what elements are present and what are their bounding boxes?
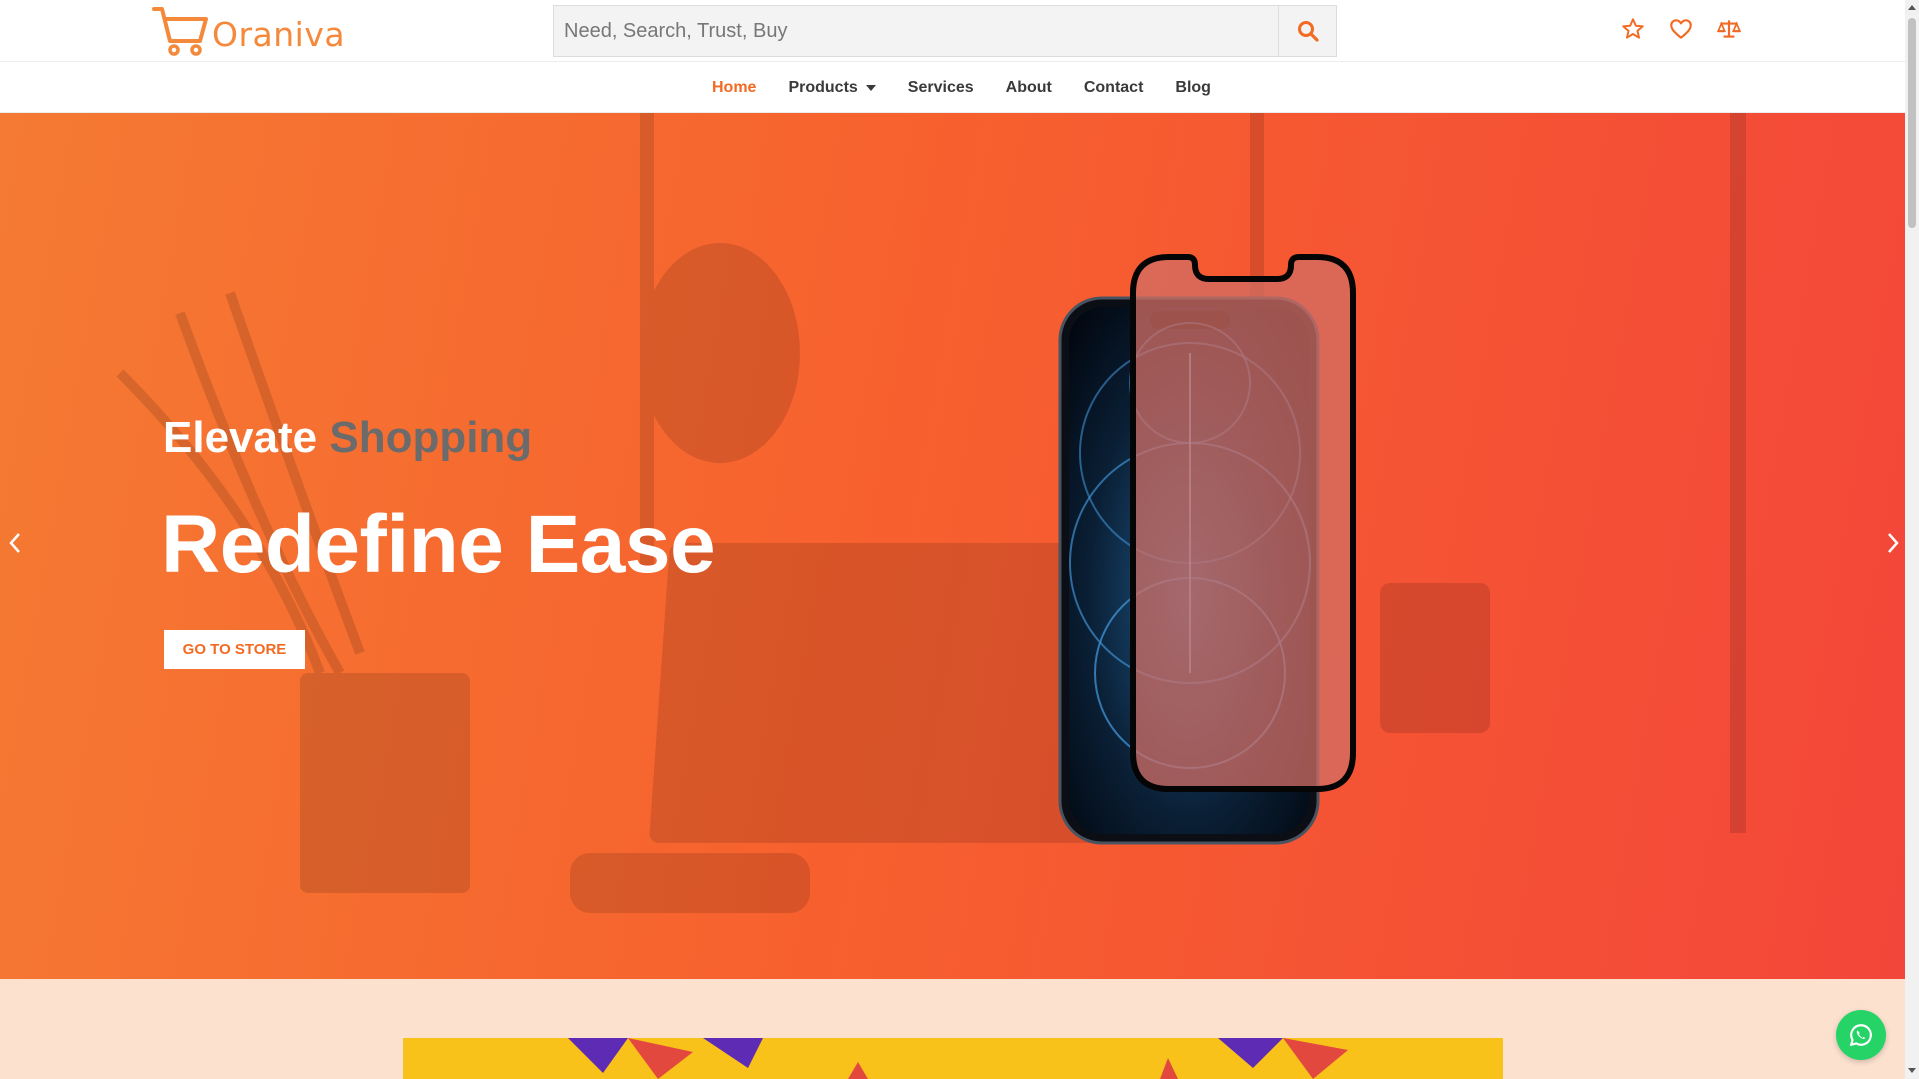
nav-item-contact[interactable]: Contact <box>1068 79 1160 97</box>
chevron-right-icon <box>1888 533 1899 553</box>
festive-banner-image <box>403 1038 1503 1079</box>
nav-item-services[interactable]: Services <box>892 79 990 97</box>
caret-down-icon <box>865 85 876 91</box>
search-input[interactable] <box>554 6 1278 56</box>
star-icon <box>1622 18 1644 39</box>
hero-title: Redefine Ease <box>161 499 716 590</box>
header-actions <box>1620 16 1742 42</box>
search-button[interactable] <box>1278 6 1336 56</box>
hero-subtitle: Elevate Shopping <box>163 413 532 463</box>
slider-next-button[interactable] <box>1878 513 1905 573</box>
wishlist-button[interactable] <box>1668 16 1694 42</box>
whatsapp-icon <box>1849 1024 1872 1047</box>
main-nav: Home Products Services About Contact Blo… <box>0 63 1905 113</box>
promo-section <box>0 979 1905 1079</box>
whatsapp-chat-button[interactable] <box>1836 1010 1886 1060</box>
slider-prev-button[interactable] <box>0 513 30 573</box>
favorites-star-button[interactable] <box>1620 16 1646 42</box>
nav-item-home[interactable]: Home <box>696 79 772 97</box>
nav-item-blog[interactable]: Blog <box>1159 79 1227 97</box>
nav-item-products-label: Products <box>788 79 858 96</box>
nav-list: Home Products Services About Contact Blo… <box>696 63 1227 113</box>
hero-subtitle-accent: Shopping <box>329 413 533 462</box>
nav-item-about[interactable]: About <box>990 79 1068 97</box>
phone-product-image <box>1058 254 1356 845</box>
chevron-left-icon <box>9 533 20 553</box>
shopping-cart-icon <box>152 7 208 56</box>
hero-subtitle-white: Elevate <box>163 413 318 462</box>
nav-item-products[interactable]: Products <box>772 79 891 97</box>
brand-name: Oraniva <box>212 14 346 54</box>
promo-banner[interactable] <box>403 1038 1503 1079</box>
top-header: Oraniva <box>0 0 1905 62</box>
hero-slider: Elevate Shopping Redefine Ease GO TO STO… <box>0 113 1905 979</box>
scroll-thumb[interactable] <box>1908 18 1916 228</box>
compare-scale-icon <box>1716 20 1742 38</box>
search-icon <box>1297 21 1319 42</box>
search-bar <box>553 5 1337 57</box>
page-scrollbar[interactable] <box>1905 0 1919 1079</box>
scroll-down-arrow-icon[interactable] <box>1908 1068 1916 1073</box>
scroll-up-arrow-icon[interactable] <box>1908 5 1916 10</box>
heart-icon <box>1670 19 1692 39</box>
brand-logo[interactable]: Oraniva <box>152 4 345 58</box>
go-to-store-button[interactable]: GO TO STORE <box>164 630 305 669</box>
compare-button[interactable] <box>1716 16 1742 42</box>
